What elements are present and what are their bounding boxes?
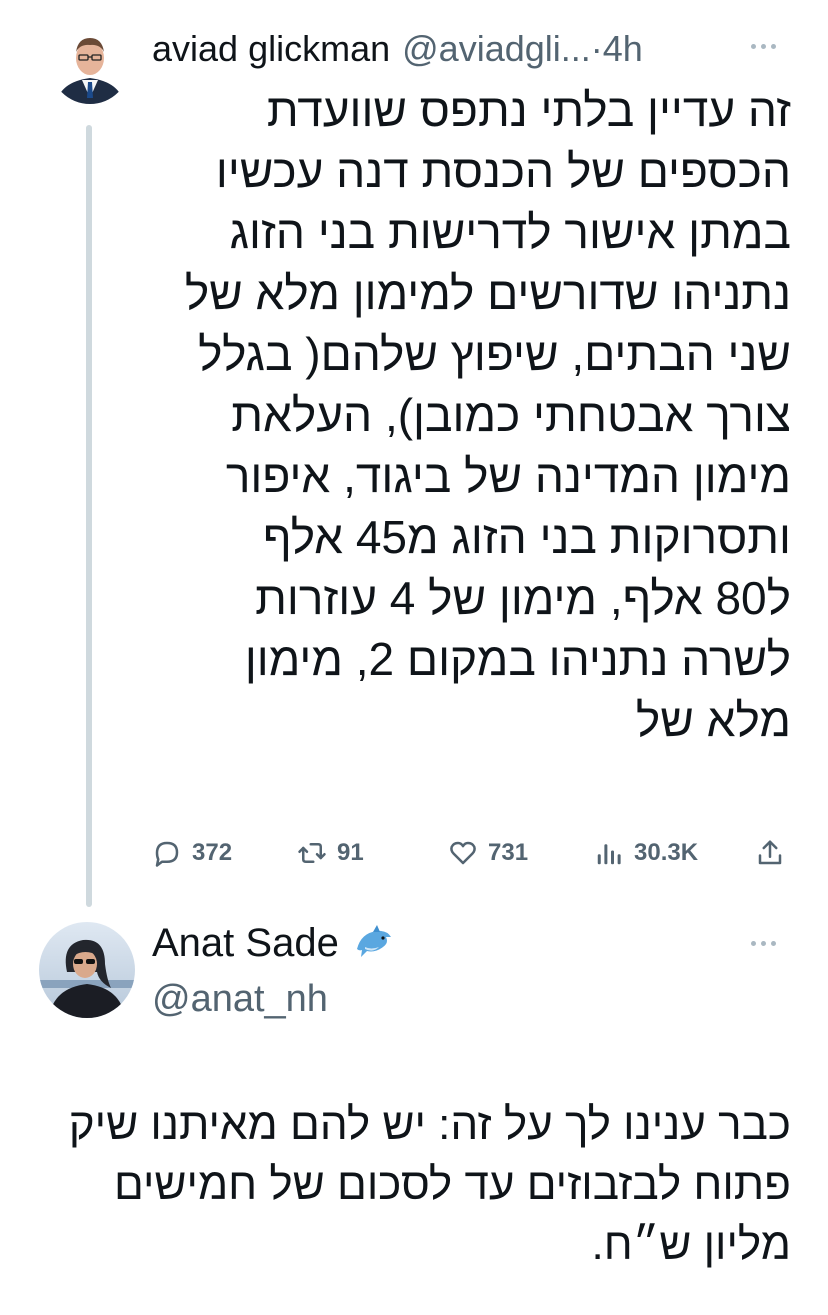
retweet-button[interactable]: 91 [297, 833, 364, 873]
author-handle[interactable]: @aviadgli... [402, 26, 591, 72]
reply-icon [155, 841, 179, 867]
tweet-body: זה עדיין בלתי נתפס שוועדת הכספים של הכנס… [184, 84, 791, 746]
share-icon [758, 840, 782, 865]
reply-author: Anat Sade [152, 918, 395, 968]
heart-icon [450, 841, 476, 865]
dolphin-emoji-icon [356, 925, 391, 957]
header-separator: · [590, 28, 603, 69]
like-button[interactable]: 731 [448, 833, 528, 873]
thread-connector-line [86, 125, 92, 907]
views-icon [597, 844, 621, 865]
share-button[interactable] [755, 833, 785, 873]
reply-button[interactable]: 372 [152, 833, 232, 873]
reply-body: כבר ענינו לך על זה: יש להם מאיתנו שיק פת… [68, 1100, 791, 1269]
more-icon[interactable] [751, 941, 776, 946]
like-count: 731 [488, 839, 529, 866]
avatar-aviad[interactable] [50, 24, 130, 104]
author-name[interactable]: aviad glickman [152, 26, 390, 72]
views-count: 30.3K [634, 839, 699, 866]
tweet-timestamp[interactable]: 4h [603, 26, 643, 72]
retweet-icon [298, 843, 326, 863]
tweet-header: aviad glickman @aviadgli... · 4h [152, 26, 643, 72]
more-icon[interactable] [751, 44, 776, 49]
views-button[interactable]: 30.3K [594, 833, 698, 873]
tweet-thread: aviad glickman @aviadgli... · 4h זה עדיי… [0, 0, 828, 1315]
author-handle[interactable]: @anat_nh [152, 975, 328, 1023]
avatar-anat[interactable] [39, 922, 135, 1018]
reply-count: 372 [192, 839, 233, 866]
tweet-actions: 372 91 731 30.3K [152, 833, 792, 873]
author-name[interactable]: Anat Sade [152, 918, 339, 968]
retweet-count: 91 [337, 839, 364, 866]
